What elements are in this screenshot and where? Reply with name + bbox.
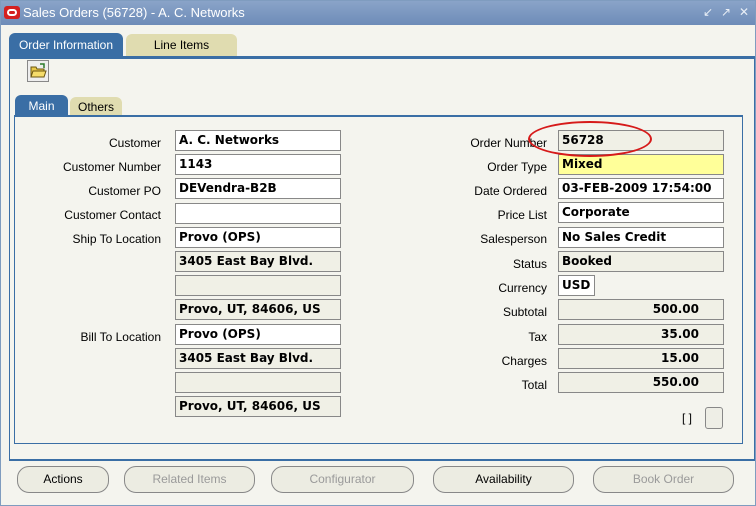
oracle-logo-icon xyxy=(4,6,20,19)
date-ordered-label: Date Ordered xyxy=(474,184,547,198)
bill-to-address-line-3: Provo, UT, 84606, US xyxy=(175,396,341,417)
charges-field: 15.00 xyxy=(558,348,724,369)
status-field: Booked xyxy=(558,251,724,272)
order-type-field[interactable]: Mixed xyxy=(558,154,724,175)
customer-contact-label: Customer Contact xyxy=(64,208,161,222)
window-controls: ↙ ↗ ✕ xyxy=(701,4,751,20)
subtotal-field: 500.00 xyxy=(558,299,724,320)
customer-contact-field[interactable] xyxy=(175,203,341,224)
configurator-button[interactable]: Configurator xyxy=(271,466,414,493)
tab-line-items[interactable]: Line Items xyxy=(126,34,237,56)
availability-button[interactable]: Availability xyxy=(433,466,574,493)
tax-label: Tax xyxy=(528,330,547,344)
salesperson-label: Salesperson xyxy=(480,232,547,246)
folder-open-icon xyxy=(30,63,47,78)
tax-field: 35.00 xyxy=(558,324,724,345)
total-label: Total xyxy=(521,378,547,392)
ship-to-address-line-3: Provo, UT, 84606, US xyxy=(175,299,341,320)
customer-po-label: Customer PO xyxy=(88,184,161,198)
bill-to-address-line-2 xyxy=(175,372,341,393)
ship-to-location-field[interactable]: Provo (OPS) xyxy=(175,227,341,248)
bill-to-address-line-1: 3405 East Bay Blvd. xyxy=(175,348,341,369)
related-items-button[interactable]: Related Items xyxy=(124,466,255,493)
customer-number-label: Customer Number xyxy=(62,160,161,174)
ship-to-location-label: Ship To Location xyxy=(72,232,161,246)
bill-to-location-field[interactable]: Provo (OPS) xyxy=(175,324,341,345)
tab-order-information[interactable]: Order Information xyxy=(9,33,123,57)
context-bracket: [ ] xyxy=(682,411,693,425)
window-title: Sales Orders (56728) - A. C. Networks xyxy=(23,5,245,20)
ship-to-address-line-1: 3405 East Bay Blvd. xyxy=(175,251,341,272)
sales-orders-window: Sales Orders (56728) - A. C. Networks ↙ … xyxy=(0,0,756,506)
currency-label: Currency xyxy=(498,281,547,295)
title-bar: Sales Orders (56728) - A. C. Networks ↙ … xyxy=(1,1,755,25)
date-ordered-field[interactable]: 03-FEB-2009 17:54:00 xyxy=(558,178,724,199)
customer-label: Customer xyxy=(108,136,161,150)
customer-po-field[interactable]: DEVendra-B2B xyxy=(175,178,341,199)
tab-main[interactable]: Main xyxy=(15,95,68,117)
price-list-label: Price List xyxy=(497,208,547,222)
order-type-label: Order Type xyxy=(487,160,547,174)
minimize-icon[interactable]: ↙ xyxy=(701,4,715,20)
order-number-annotation-circle xyxy=(528,121,652,157)
price-list-field[interactable]: Corporate xyxy=(558,202,724,223)
status-label: Status xyxy=(512,257,547,271)
close-icon[interactable]: ✕ xyxy=(737,4,751,20)
currency-field[interactable]: USD xyxy=(558,275,595,296)
flexfield-box[interactable] xyxy=(705,407,723,429)
tab-others[interactable]: Others xyxy=(70,97,122,117)
button-separator xyxy=(9,460,755,461)
customer-field[interactable]: A. C. Networks xyxy=(175,130,341,151)
subtotal-label: Subtotal xyxy=(502,305,547,319)
salesperson-field[interactable]: No Sales Credit xyxy=(558,227,724,248)
charges-label: Charges xyxy=(501,354,547,368)
customer-number-field[interactable]: 1143 xyxy=(175,154,341,175)
book-order-button[interactable]: Book Order xyxy=(593,466,734,493)
ship-to-address-line-2 xyxy=(175,275,341,296)
maximize-icon[interactable]: ↗ xyxy=(719,4,733,20)
open-folder-button[interactable] xyxy=(27,60,49,82)
bill-to-location-label: Bill To Location xyxy=(80,330,162,344)
actions-button[interactable]: Actions xyxy=(17,466,109,493)
total-field: 550.00 xyxy=(558,372,724,393)
